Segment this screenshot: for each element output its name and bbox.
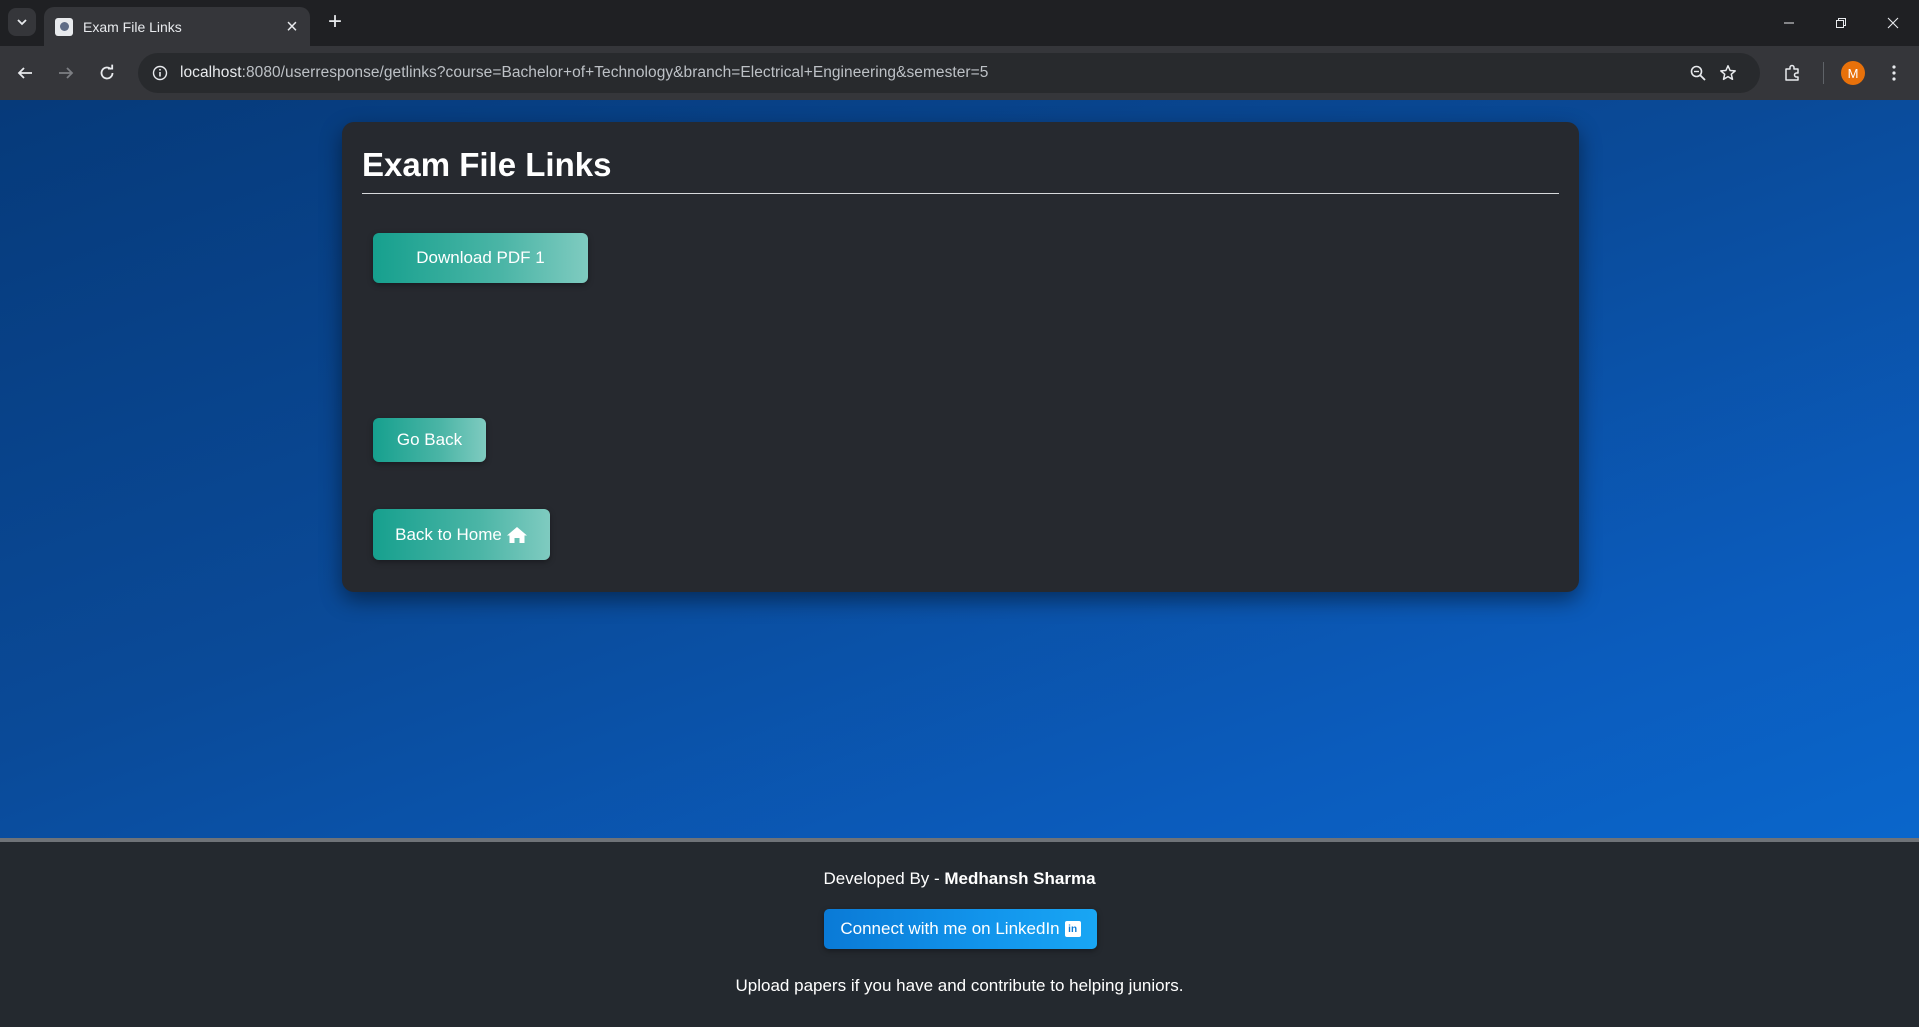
home-icon [506, 526, 527, 543]
back-arrow-icon[interactable] [11, 59, 39, 87]
zoom-icon[interactable] [1688, 63, 1708, 83]
page-background: Exam File Links Download PDF 1 Go Back B… [0, 100, 1919, 838]
page-title: Exam File Links [362, 146, 612, 183]
minimize-icon[interactable] [1766, 6, 1812, 40]
site-footer: Developed By - Medhansh Sharma Connect w… [0, 838, 1919, 1027]
go-back-label: Go Back [396, 430, 463, 449]
url-host: localhost [180, 64, 242, 81]
developer-name: Medhansh Sharma [944, 869, 1096, 888]
linkedin-label: Connect with me on LinkedIn [840, 919, 1060, 938]
tab-search-icon[interactable] [8, 8, 36, 36]
download-pdf-label: Download PDF 1 [416, 248, 545, 267]
restore-icon[interactable] [1818, 6, 1864, 40]
links-card: Exam File Links Download PDF 1 Go Back B… [342, 122, 1579, 592]
profile-avatar[interactable]: M [1841, 61, 1865, 85]
back-to-home-button[interactable]: Back to Home [373, 509, 550, 560]
star-icon[interactable] [1718, 63, 1738, 83]
upload-message: Upload papers if you have and contribute… [735, 976, 1184, 995]
favicon-icon [55, 17, 73, 36]
tab-title: Exam File Links [83, 18, 182, 35]
reload-icon[interactable] [93, 59, 121, 87]
linkedin-icon: in [1064, 921, 1081, 937]
download-pdf-button[interactable]: Download PDF 1 [373, 233, 588, 283]
site-info-icon[interactable] [150, 63, 170, 83]
url-text: localhost:8080/userresponse/getlinks?cou… [180, 64, 988, 82]
menu-icon[interactable] [1880, 59, 1908, 87]
go-back-button[interactable]: Go Back [373, 418, 486, 462]
window-close-icon[interactable] [1870, 6, 1916, 40]
linkedin-button[interactable]: Connect with me on LinkedIn in [824, 909, 1097, 949]
browser-toolbar: localhost:8080/userresponse/getlinks?cou… [0, 46, 1919, 100]
url-path: :8080/userresponse/getlinks?course=Bache… [241, 64, 989, 81]
developed-by-prefix: Developed By - [823, 869, 945, 888]
developer-credit: Developed By - Medhansh Sharma [0, 869, 1919, 889]
extensions-icon[interactable] [1779, 59, 1807, 87]
close-icon[interactable]: × [280, 15, 304, 39]
address-bar[interactable]: localhost:8080/userresponse/getlinks?cou… [138, 53, 1760, 93]
tab-strip: Exam File Links × + [0, 0, 1919, 46]
new-tab-icon[interactable]: + [322, 9, 348, 35]
forward-arrow-icon[interactable] [52, 59, 80, 87]
active-tab[interactable]: Exam File Links × [44, 7, 310, 46]
page-viewport: Exam File Links Download PDF 1 Go Back B… [0, 100, 1919, 1027]
title-divider [362, 193, 1559, 194]
toolbar-divider [1823, 62, 1824, 84]
back-to-home-label: Back to Home [395, 524, 502, 544]
